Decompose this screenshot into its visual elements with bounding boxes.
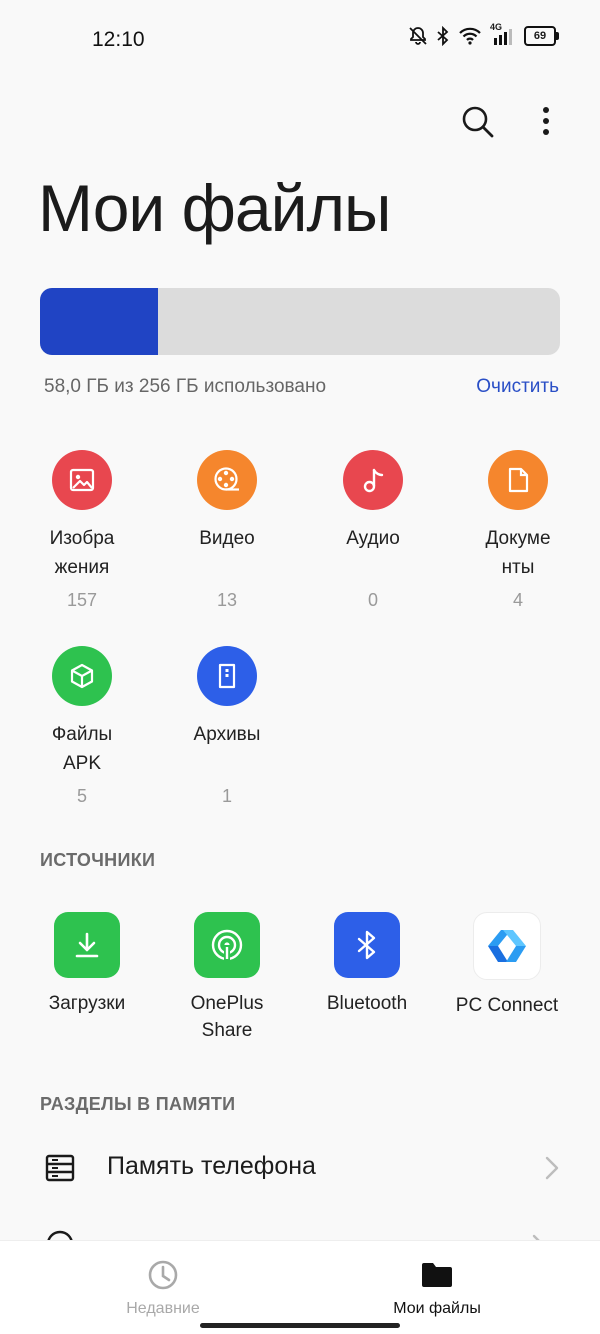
- category-count: 13: [216, 590, 238, 610]
- more-options-icon[interactable]: [530, 104, 562, 140]
- status-time: 12:10: [92, 28, 145, 51]
- source-label: Bluetooth: [326, 993, 408, 1014]
- storage-summary: 58,0 ГБ из 256 ГБ использовано: [44, 376, 327, 397]
- nav-my-files[interactable]: Мои файлы: [337, 1259, 537, 1318]
- nav-my-files-label: Мои файлы: [393, 1300, 481, 1317]
- folder-icon: [422, 1263, 452, 1287]
- storage-used-fill: [40, 288, 159, 355]
- image-icon: [69, 468, 95, 492]
- source-bluetooth[interactable]: Bluetooth: [297, 912, 437, 1017]
- battery-icon: 69: [524, 26, 559, 46]
- chevron-right-icon: [545, 1156, 559, 1180]
- category-label: Аудио: [346, 528, 400, 549]
- storage-usage-bar[interactable]: [40, 288, 560, 355]
- music-note-icon: [363, 468, 384, 493]
- memory-section-title: РАЗДЕЛЫ В ПАМЯТИ: [40, 1094, 236, 1114]
- category-documents[interactable]: Докуме нты 4: [458, 450, 578, 611]
- category-count: 5: [76, 786, 87, 806]
- storage-drive-icon: [45, 1154, 75, 1182]
- category-count: 157: [66, 590, 98, 610]
- category-icon-bg: [52, 450, 112, 510]
- page-title: Мои файлы: [38, 171, 391, 245]
- category-count: 0: [367, 590, 378, 610]
- phone-storage-row[interactable]: Память телефона: [0, 1140, 600, 1196]
- source-label: Загрузки: [48, 993, 126, 1014]
- category-label: Архивы: [193, 724, 261, 745]
- category-audio[interactable]: Аудио 0: [313, 450, 433, 611]
- source-downloads[interactable]: Загрузки: [17, 912, 157, 1017]
- nav-recent-label: Недавние: [126, 1300, 200, 1317]
- notifications-muted-icon: [409, 27, 427, 45]
- archive-icon: [218, 663, 236, 689]
- pc-connect-icon: [488, 930, 526, 962]
- status-icons: 4G 69: [408, 22, 559, 46]
- document-icon: [508, 467, 529, 493]
- wifi-icon: [459, 27, 481, 45]
- source-tile: [54, 912, 120, 978]
- category-images[interactable]: Изобра жения 157: [22, 450, 142, 611]
- source-pc-connect[interactable]: PC Connect: [437, 912, 577, 1019]
- source-tile: [334, 912, 400, 978]
- clean-button[interactable]: Очистить: [476, 376, 559, 398]
- phone-storage-label: Память телефона: [107, 1152, 316, 1180]
- source-label: PC Connect: [455, 995, 559, 1016]
- category-icon-bg: [52, 646, 112, 706]
- category-icon-bg: [343, 450, 403, 510]
- source-tile: [473, 912, 541, 980]
- category-icon-bg: [197, 646, 257, 706]
- source-tile: [194, 912, 260, 978]
- source-label: OnePlus Share: [190, 993, 264, 1041]
- bluetooth-icon: [357, 930, 376, 960]
- category-label: Докуме нты: [485, 528, 551, 578]
- source-oneplus-share[interactable]: OnePlus Share: [157, 912, 297, 1044]
- category-count: 4: [512, 590, 523, 610]
- category-apk[interactable]: Файлы APK 5: [22, 646, 142, 807]
- bluetooth-status-icon: [437, 26, 449, 46]
- category-count: 1: [221, 786, 232, 806]
- category-video[interactable]: Видео 13: [167, 450, 287, 611]
- download-icon: [75, 932, 99, 958]
- sources-section-title: ИСТОЧНИКИ: [40, 850, 156, 870]
- category-icon-bg: [488, 450, 548, 510]
- category-label: Изобра жения: [49, 528, 115, 578]
- nav-recent[interactable]: Недавние: [63, 1259, 263, 1318]
- category-label: Файлы APK: [51, 724, 113, 774]
- category-icon-bg: [197, 450, 257, 510]
- apk-cube-icon: [70, 663, 94, 689]
- category-archives[interactable]: Архивы 1: [167, 646, 287, 807]
- video-reel-icon: [214, 467, 239, 491]
- clock-icon: [148, 1260, 178, 1290]
- category-label: Видео: [199, 528, 255, 549]
- share-signal-icon: [211, 929, 243, 961]
- bottom-navigation: Недавние Мои файлы: [0, 1240, 600, 1334]
- cellular-signal-icon: 4G: [490, 22, 516, 46]
- search-icon[interactable]: [460, 104, 496, 140]
- home-indicator[interactable]: [200, 1323, 400, 1328]
